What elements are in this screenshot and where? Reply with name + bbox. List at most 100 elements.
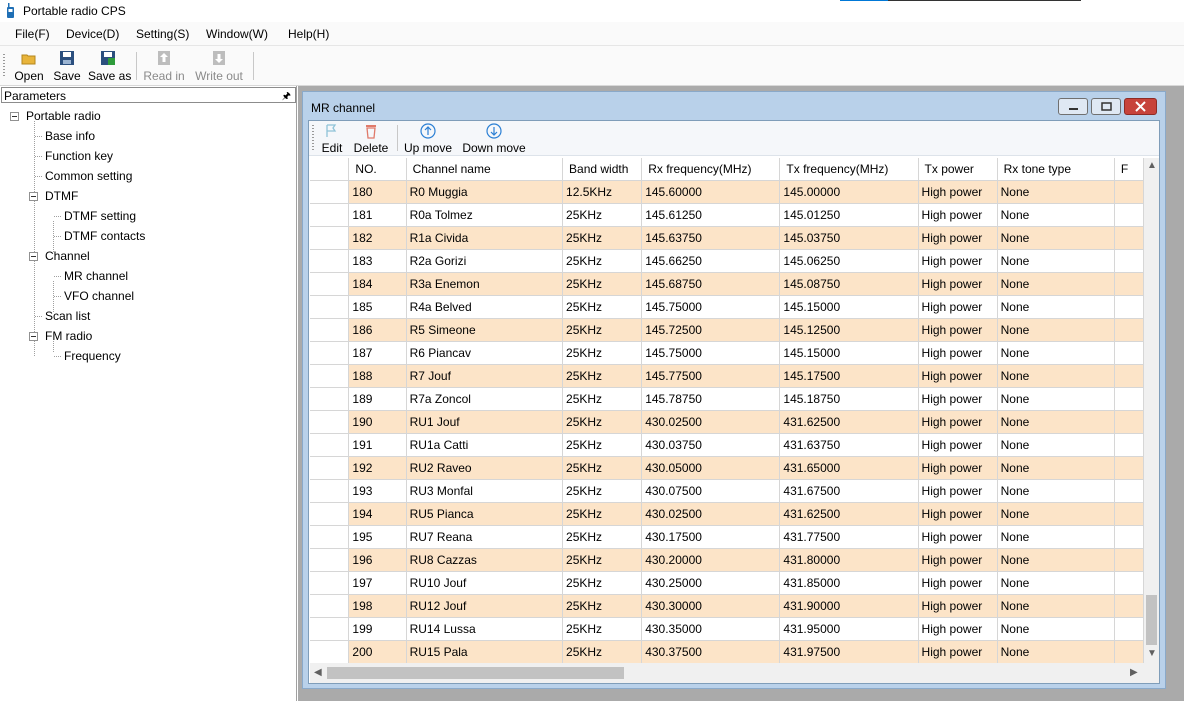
cell-no[interactable]: 196 <box>348 548 407 572</box>
cell-rx-frequency[interactable]: 145.66250 <box>641 249 781 273</box>
tree-node-dtmf-setting[interactable]: DTMF setting <box>64 209 136 223</box>
cell-no[interactable]: 189 <box>348 387 407 411</box>
cell-rx-frequency[interactable]: 145.68750 <box>641 272 781 296</box>
cell-rx-tone-type[interactable]: None <box>997 341 1115 365</box>
cell-no[interactable]: 199 <box>348 617 407 641</box>
horizontal-scroll-thumb[interactable] <box>327 667 624 679</box>
cell-tx-frequency[interactable]: 431.95000 <box>779 617 919 641</box>
cell-channel-name[interactable]: RU12 Jouf <box>406 594 564 618</box>
cell-tx-power[interactable]: High power <box>918 502 998 526</box>
menu-help[interactable]: Help(H) <box>288 27 329 41</box>
vertical-scrollbar[interactable]: ▲ ▼ <box>1144 158 1159 663</box>
cell-band-width[interactable]: 25KHz <box>562 548 643 572</box>
cell-rx-frequency[interactable]: 145.63750 <box>641 226 781 250</box>
cell-channel-name[interactable]: R5 Simeone <box>406 318 564 342</box>
table-row[interactable]: 189 R7a Zoncol 25KHz 145.78750 145.18750 High… <box>310 387 1144 411</box>
vertical-scroll-thumb[interactable] <box>1146 595 1157 645</box>
table-row[interactable]: 196 RU8 Cazzas 25KHz 430.20000 431.80000 High… <box>310 548 1144 572</box>
cell-rx-tone-type[interactable]: None <box>997 226 1115 250</box>
save-button[interactable]: Save <box>52 48 82 84</box>
cell-band-width[interactable]: 25KHz <box>562 456 643 480</box>
tree-node-function-key[interactable]: Function key <box>45 149 113 163</box>
cell-rx-frequency[interactable]: 145.61250 <box>641 203 781 227</box>
cell-band-width[interactable]: 25KHz <box>562 640 643 663</box>
cell-truncated[interactable] <box>1114 640 1144 663</box>
cell-no[interactable]: 182 <box>348 226 407 250</box>
cell-tx-frequency[interactable]: 431.77500 <box>779 525 919 549</box>
cell-channel-name[interactable]: R1a Civida <box>406 226 564 250</box>
cell-truncated[interactable] <box>1114 387 1144 411</box>
row-header[interactable] <box>310 180 350 204</box>
cell-channel-name[interactable]: RU1a Catti <box>406 433 564 457</box>
cell-tx-frequency[interactable]: 145.06250 <box>779 249 919 273</box>
cell-no[interactable]: 186 <box>348 318 407 342</box>
pin-icon[interactable]: 🖈 <box>282 89 291 106</box>
cell-no[interactable]: 191 <box>348 433 407 457</box>
row-header[interactable] <box>310 226 350 250</box>
cell-no[interactable]: 187 <box>348 341 407 365</box>
cell-band-width[interactable]: 25KHz <box>562 525 643 549</box>
table-row[interactable]: 180 R0 Muggia 12.5KHz 145.60000 145.00000 Hig… <box>310 180 1144 204</box>
cell-tx-power[interactable]: High power <box>918 410 998 434</box>
tree-node-mr-channel[interactable]: MR channel <box>64 269 128 283</box>
cell-no[interactable]: 193 <box>348 479 407 503</box>
cell-band-width[interactable]: 25KHz <box>562 272 643 296</box>
cell-rx-tone-type[interactable]: None <box>997 272 1115 296</box>
cell-truncated[interactable] <box>1114 410 1144 434</box>
cell-band-width[interactable]: 25KHz <box>562 295 643 319</box>
collapse-toggle[interactable] <box>29 332 38 341</box>
cell-band-width[interactable]: 25KHz <box>562 410 643 434</box>
cell-channel-name[interactable]: RU5 Pianca <box>406 502 564 526</box>
close-button[interactable] <box>1124 98 1157 115</box>
cell-tx-power[interactable]: High power <box>918 479 998 503</box>
row-header[interactable] <box>310 571 350 595</box>
cell-band-width[interactable]: 25KHz <box>562 226 643 250</box>
cell-no[interactable]: 188 <box>348 364 407 388</box>
cell-channel-name[interactable]: R6 Piancav <box>406 341 564 365</box>
cell-tx-power[interactable]: High power <box>918 548 998 572</box>
cell-rx-frequency[interactable]: 430.07500 <box>641 479 781 503</box>
table-row[interactable]: 197 RU10 Jouf 25KHz 430.25000 431.85000 High … <box>310 571 1144 595</box>
toolbar-grip[interactable] <box>312 125 314 151</box>
cell-channel-name[interactable]: RU7 Reana <box>406 525 564 549</box>
cell-channel-name[interactable]: R0a Tolmez <box>406 203 564 227</box>
cell-band-width[interactable]: 25KHz <box>562 571 643 595</box>
cell-rx-tone-type[interactable]: None <box>997 502 1115 526</box>
restore-button[interactable] <box>1091 98 1121 115</box>
table-row[interactable]: 195 RU7 Reana 25KHz 430.17500 431.77500 High … <box>310 525 1144 549</box>
cell-truncated[interactable] <box>1114 341 1144 365</box>
cell-band-width[interactable]: 25KHz <box>562 387 643 411</box>
row-header[interactable] <box>310 318 350 342</box>
cell-rx-frequency[interactable]: 145.78750 <box>641 387 781 411</box>
cell-truncated[interactable] <box>1114 364 1144 388</box>
cell-truncated[interactable] <box>1114 203 1144 227</box>
cell-rx-frequency[interactable]: 430.17500 <box>641 525 781 549</box>
column-header-band-width[interactable]: Band width <box>562 158 643 181</box>
row-header[interactable] <box>310 272 350 296</box>
cell-tx-power[interactable]: High power <box>918 226 998 250</box>
cell-rx-tone-type[interactable]: None <box>997 548 1115 572</box>
cell-rx-frequency[interactable]: 430.05000 <box>641 456 781 480</box>
cell-truncated[interactable] <box>1114 479 1144 503</box>
scroll-down-arrow-icon[interactable]: ▼ <box>1147 648 1157 659</box>
save-as-button[interactable]: Save as <box>88 48 131 84</box>
cell-rx-tone-type[interactable]: None <box>997 571 1115 595</box>
cell-rx-tone-type[interactable]: None <box>997 364 1115 388</box>
scroll-up-arrow-icon[interactable]: ▲ <box>1147 160 1157 171</box>
cell-tx-frequency[interactable]: 431.80000 <box>779 548 919 572</box>
cell-tx-power[interactable]: High power <box>918 203 998 227</box>
collapse-toggle[interactable] <box>29 252 38 261</box>
row-header[interactable] <box>310 203 350 227</box>
row-header-corner[interactable] <box>310 158 350 181</box>
column-header-rx-frequency[interactable]: Rx frequency(MHz) <box>641 158 781 181</box>
tree-node-dtmf[interactable]: DTMF <box>45 189 78 203</box>
row-header[interactable] <box>310 249 350 273</box>
cell-truncated[interactable] <box>1114 180 1144 204</box>
cell-rx-tone-type[interactable]: None <box>997 525 1115 549</box>
cell-band-width[interactable]: 25KHz <box>562 341 643 365</box>
cell-tx-frequency[interactable]: 145.01250 <box>779 203 919 227</box>
cell-truncated[interactable] <box>1114 594 1144 618</box>
cell-tx-frequency[interactable]: 431.97500 <box>779 640 919 663</box>
cell-rx-tone-type[interactable]: None <box>997 387 1115 411</box>
cell-tx-power[interactable]: High power <box>918 617 998 641</box>
